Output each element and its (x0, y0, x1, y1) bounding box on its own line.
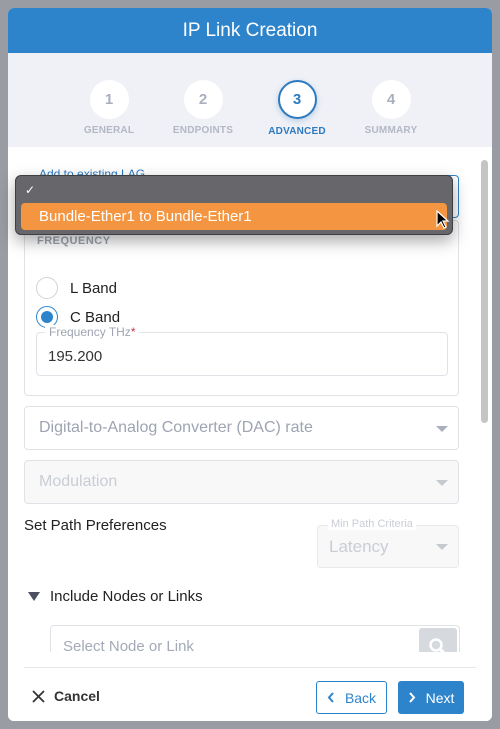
frequency-thz-label: Frequency THz* (45, 325, 140, 339)
next-button[interactable]: Next (398, 681, 464, 714)
frequency-section: FREQUENCY L Band C Band Frequency THz* 1… (24, 220, 459, 396)
include-nodes-label: Include Nodes or Links (50, 588, 203, 605)
checkmark-icon: ✓ (25, 183, 36, 197)
dac-rate-placeholder: Digital-to-Analog Converter (DAC) rate (39, 419, 313, 436)
step-number: 1 (89, 80, 129, 119)
node-link-search-input[interactable]: Select Node or Link (50, 625, 460, 652)
step-number: 3 (277, 80, 317, 119)
step-label: GENERAL (83, 125, 135, 136)
chevron-down-icon (436, 426, 448, 432)
chevron-down-icon (436, 480, 448, 486)
step-number: 2 (183, 80, 223, 119)
step-advanced[interactable]: 3 ADVANCED (250, 80, 344, 137)
search-button[interactable] (419, 628, 457, 652)
path-preferences-title: Set Path Preferences (24, 517, 167, 534)
required-mark: * (130, 325, 136, 339)
cancel-button[interactable]: Cancel (32, 688, 100, 704)
modulation-placeholder: Modulation (39, 473, 118, 490)
back-button[interactable]: Back (316, 681, 387, 714)
frequency-thz-value[interactable]: 195.200 (48, 348, 102, 365)
radio-label: L Band (70, 279, 117, 297)
cancel-label: Cancel (54, 688, 100, 704)
modal-title: IP Link Creation (8, 8, 492, 53)
min-path-criteria-label: Min Path Criteria (328, 518, 416, 530)
scrollbar-thumb[interactable] (481, 160, 488, 423)
search-placeholder: Select Node or Link (63, 638, 194, 652)
chevron-down-icon (436, 544, 448, 550)
lag-dropdown-menu: ✓ Bundle-Ether1 to Bundle-Ether1 (15, 175, 453, 235)
radio-button[interactable] (36, 277, 58, 299)
chevron-left-icon (327, 692, 334, 703)
modulation-select: Modulation (24, 460, 459, 504)
min-path-criteria-value: Latency (329, 537, 389, 556)
step-label: SUMMARY (364, 125, 418, 136)
step-number: 4 (371, 80, 411, 119)
next-label: Next (425, 689, 455, 706)
back-label: Back (344, 689, 377, 706)
frequency-title: FREQUENCY (37, 235, 111, 247)
modal-footer: Cancel Back Next (8, 652, 492, 721)
chevron-right-icon (408, 692, 415, 703)
search-icon (429, 638, 446, 652)
lag-option[interactable]: Bundle-Ether1 to Bundle-Ether1 (21, 203, 447, 230)
footer-divider (24, 667, 476, 668)
frequency-thz-input[interactable]: Frequency THz* 195.200 (36, 325, 448, 376)
close-icon (32, 689, 45, 703)
step-general[interactable]: 1 GENERAL (62, 80, 156, 136)
include-nodes-toggle[interactable]: Include Nodes or Links (28, 588, 203, 605)
min-path-criteria-select: Min Path Criteria Latency (317, 518, 459, 568)
caret-down-icon (28, 592, 40, 601)
wizard-stepper: 1 GENERAL 2 ENDPOINTS 3 ADVANCED 4 SUMMA… (8, 53, 492, 147)
radio-label: C Band (70, 308, 121, 326)
step-summary[interactable]: 4 SUMMARY (344, 80, 438, 136)
step-label: ENDPOINTS (172, 125, 234, 136)
label-text: Frequency THz (49, 325, 131, 339)
ip-link-creation-modal: IP Link Creation 1 GENERAL 2 ENDPOINTS 3… (8, 8, 492, 721)
radio-l-band[interactable]: L Band (36, 277, 117, 299)
step-endpoints[interactable]: 2 ENDPOINTS (156, 80, 250, 136)
mouse-pointer-icon (436, 210, 450, 229)
step-label: ADVANCED (268, 126, 326, 137)
dac-rate-select[interactable]: Digital-to-Analog Converter (DAC) rate (24, 406, 459, 450)
